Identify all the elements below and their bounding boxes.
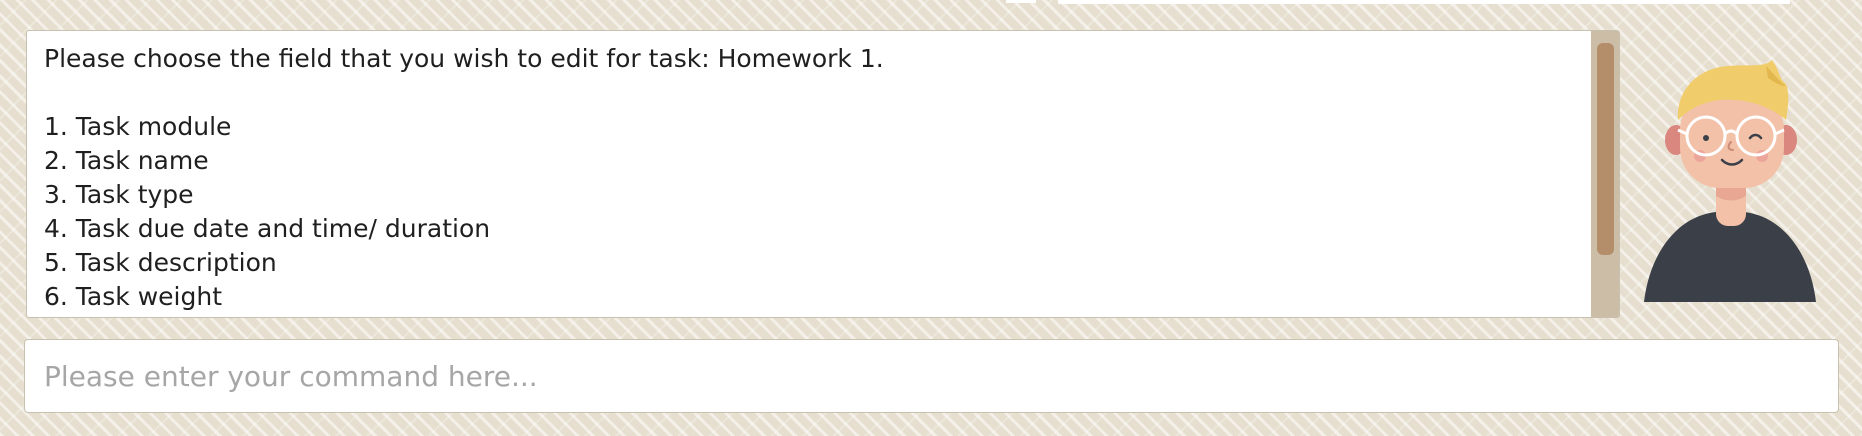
command-input[interactable] (25, 340, 1838, 412)
result-display[interactable]: Please choose the field that you wish to… (26, 30, 1620, 318)
command-box[interactable] (24, 339, 1839, 413)
scrollbar-thumb[interactable] (1597, 43, 1614, 255)
result-display-text: Please choose the field that you wish to… (44, 44, 884, 311)
result-display-scrollbar[interactable] (1591, 31, 1619, 317)
avatar-icon (1644, 60, 1816, 302)
top-decoration (1006, 0, 1036, 3)
top-edge-panel (1058, 0, 1790, 4)
